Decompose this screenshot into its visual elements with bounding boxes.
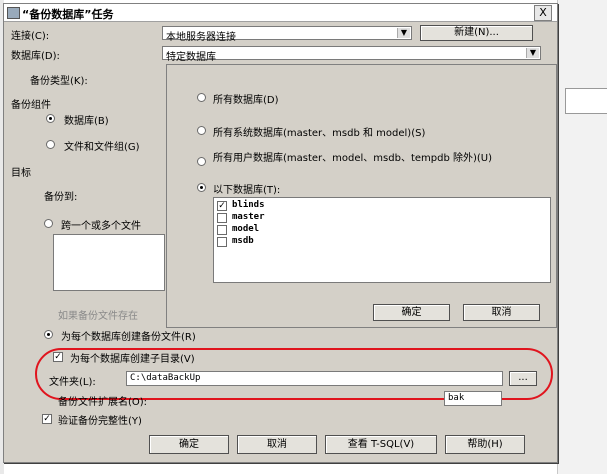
- backup-to-label: 备份到:: [44, 192, 78, 203]
- database-item: msdb: [232, 236, 254, 246]
- system-databases-label: 所有系统数据库(master、msdb 和 model)(S): [213, 128, 426, 139]
- connection-label: 连接(C):: [11, 31, 50, 42]
- span-files-label: 跨一个或多个文件: [61, 221, 141, 232]
- extension-input[interactable]: bak: [444, 391, 502, 406]
- user-databases-label: 所有用户数据库(master、model、msdb、tempdb 除外)(U): [213, 153, 493, 164]
- system-databases-radio[interactable]: [197, 126, 206, 135]
- ok-button[interactable]: 确定: [149, 435, 229, 454]
- new-connection-button[interactable]: 新建(N)...: [420, 25, 533, 41]
- database-checkbox-msdb[interactable]: [217, 237, 227, 247]
- cancel-button[interactable]: 取消: [237, 435, 317, 454]
- popup-ok-button[interactable]: 确定: [373, 304, 450, 321]
- verify-backup-label: 验证备份完整性(Y): [58, 416, 142, 427]
- background-app-right-panel: [557, 0, 607, 474]
- user-databases-radio[interactable]: [197, 157, 206, 166]
- backup-component-label: 备份组件: [11, 100, 51, 111]
- extension-value: bak: [448, 393, 465, 403]
- per-database-file-label: 为每个数据库创建备份文件(R): [61, 332, 196, 343]
- connection-select[interactable]: 本地服务器连接 ▼: [162, 26, 412, 43]
- files-component-label: 文件和文件组(G): [64, 142, 140, 153]
- extension-label: 备份文件扩展名(O):: [58, 397, 148, 408]
- database-selection-popup: 所有数据库(D) 所有系统数据库(master、msdb 和 model)(S)…: [166, 64, 557, 328]
- chevron-down-icon[interactable]: ▼: [397, 28, 410, 38]
- database-item: model: [232, 224, 260, 234]
- connection-value: 本地服务器连接: [166, 32, 236, 43]
- help-button[interactable]: 帮助(H): [445, 435, 525, 454]
- database-component-radio[interactable]: [46, 114, 55, 123]
- app-icon: [7, 7, 20, 19]
- title-bar: “备份数据库”任务 X: [4, 4, 557, 22]
- database-checkbox-blinds[interactable]: ✓: [217, 201, 227, 211]
- all-databases-label: 所有数据库(D): [213, 95, 279, 106]
- chevron-down-icon[interactable]: ▼: [526, 48, 539, 58]
- view-tsql-button[interactable]: 查看 T-SQL(V): [325, 435, 437, 454]
- database-component-label: 数据库(B): [64, 116, 109, 127]
- target-file-list[interactable]: [53, 234, 165, 291]
- if-exists-label: 如果备份文件存在: [58, 311, 138, 322]
- database-checklist[interactable]: ✓ blinds master model msdb: [213, 197, 551, 283]
- popup-cancel-button[interactable]: 取消: [463, 304, 540, 321]
- files-component-radio[interactable]: [46, 140, 55, 149]
- per-database-file-radio[interactable]: [44, 330, 53, 339]
- database-checkbox-master[interactable]: [217, 213, 227, 223]
- background-app-right-box: [565, 88, 607, 114]
- backup-type-label: 备份类型(K):: [30, 76, 88, 87]
- following-databases-label: 以下数据库(T):: [213, 185, 281, 196]
- database-select[interactable]: 特定数据库 ▼: [162, 46, 541, 63]
- database-item: master: [232, 212, 265, 222]
- span-files-radio[interactable]: [44, 219, 53, 228]
- target-label: 目标: [11, 168, 31, 179]
- following-databases-radio[interactable]: [197, 183, 206, 192]
- window-title: “备份数据库”任务: [22, 8, 114, 21]
- verify-backup-checkbox[interactable]: ✓: [42, 414, 52, 424]
- database-checkbox-model[interactable]: [217, 225, 227, 235]
- database-label: 数据库(D):: [11, 51, 60, 62]
- backup-database-dialog: “备份数据库”任务 X 连接(C): 本地服务器连接 ▼ 新建(N)... 数据…: [3, 3, 558, 463]
- all-databases-radio[interactable]: [197, 93, 206, 102]
- close-icon[interactable]: X: [534, 5, 552, 21]
- database-value: 特定数据库: [166, 52, 216, 63]
- database-item: blinds: [232, 200, 265, 210]
